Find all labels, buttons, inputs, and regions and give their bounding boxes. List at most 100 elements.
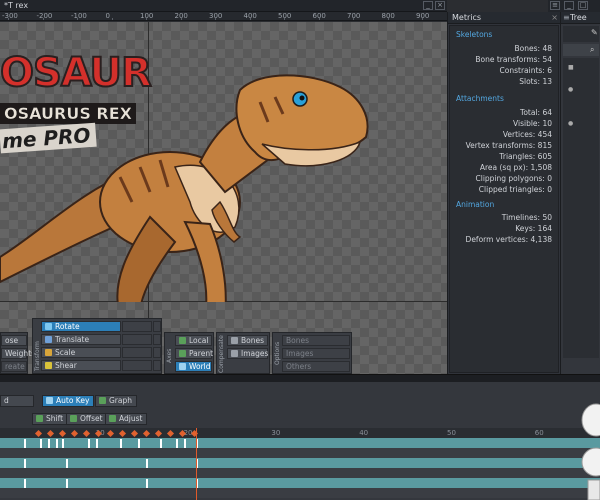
summary-key-diamond[interactable]: [58, 429, 67, 438]
local-icon: [179, 337, 186, 344]
document-title[interactable]: *T rex: [4, 1, 28, 10]
options-bones-toggle[interactable]: Bones: [282, 335, 350, 346]
total-count: Total: 64: [520, 108, 552, 117]
axes-group-label: Axes: [166, 348, 173, 363]
tree-node-icon[interactable]: ●: [568, 120, 573, 127]
timeline-track[interactable]: [0, 488, 600, 498]
keyframe[interactable]: [146, 479, 148, 488]
options-others-toggle[interactable]: Others: [282, 361, 350, 372]
timeline-track[interactable]: [0, 438, 600, 448]
keyframe[interactable]: [66, 479, 68, 488]
keyframe[interactable]: [24, 459, 26, 468]
keyframe[interactable]: [120, 439, 122, 448]
axes-parent-button[interactable]: Parent: [175, 348, 213, 359]
tree-node-icon[interactable]: ■: [568, 64, 574, 71]
metrics-panel-header[interactable]: Metrics ×: [448, 12, 561, 24]
translate-value-field[interactable]: [122, 334, 152, 345]
keyframe[interactable]: [24, 479, 26, 488]
offset-button[interactable]: Offset: [66, 413, 108, 425]
timeline-track[interactable]: [0, 478, 600, 488]
summary-key-diamond[interactable]: [118, 429, 127, 438]
tree-node-icon[interactable]: ●: [568, 86, 573, 93]
keyframe[interactable]: [88, 439, 90, 448]
scale-tool-button[interactable]: Scale: [41, 347, 121, 358]
trex-skeleton-image[interactable]: [0, 52, 380, 302]
create-button[interactable]: reate: [1, 361, 27, 372]
close-icon[interactable]: ×: [435, 1, 445, 10]
rotate-tool-button[interactable]: Rotate: [41, 321, 121, 332]
editor-viewport[interactable]: OSAUR OSAURUS REX me PRO ose Weights rea…: [0, 22, 447, 374]
parent-icon: [179, 350, 186, 357]
keyframe[interactable]: [40, 439, 42, 448]
auto-key-button[interactable]: Auto Key: [42, 395, 95, 407]
ruler-tick-label: 0: [105, 12, 110, 20]
playhead[interactable]: [196, 428, 197, 500]
axes-local-button[interactable]: Local: [175, 335, 212, 346]
close-icon[interactable]: ×: [551, 13, 558, 22]
compensate-bones-button[interactable]: Bones: [227, 335, 268, 346]
rotate-icon: [45, 323, 52, 330]
axes-world-button[interactable]: World: [175, 361, 212, 372]
tree-panel: ≡ Tree ✎ ⌕ ■ ● ●: [560, 12, 600, 374]
settings-icon[interactable]: ≡: [550, 1, 560, 10]
translate-tool-button[interactable]: Translate: [41, 334, 121, 345]
rotate-lock-icon[interactable]: [153, 321, 161, 332]
scale-label: Scale: [55, 348, 76, 357]
keyframe[interactable]: [138, 439, 140, 448]
compensate-images-button[interactable]: Images: [227, 348, 268, 359]
summary-key-diamond[interactable]: [154, 429, 163, 438]
summary-key-diamond[interactable]: [34, 429, 43, 438]
tree-search-bar[interactable]: ⌕: [563, 44, 599, 56]
keyframe[interactable]: [62, 439, 64, 448]
tree-panel-header[interactable]: ≡ Tree: [561, 12, 600, 24]
search-icon[interactable]: ⌕: [590, 45, 594, 55]
keyframe[interactable]: [56, 439, 58, 448]
graph-button[interactable]: Graph: [95, 395, 138, 407]
minimize-icon[interactable]: _: [564, 1, 574, 10]
summary-key-diamond[interactable]: [130, 429, 139, 438]
summary-key-diamond[interactable]: [166, 429, 175, 438]
summary-key-diamond[interactable]: [106, 429, 115, 438]
panel-splitter[interactable]: [0, 374, 600, 382]
weights-button[interactable]: Weights: [1, 348, 35, 359]
tree-list[interactable]: ■ ● ●: [563, 58, 599, 358]
scale-icon: [45, 349, 52, 356]
keyframe[interactable]: [48, 439, 50, 448]
summary-key-diamond[interactable]: [82, 429, 91, 438]
shear-tool-button[interactable]: Shear: [41, 360, 121, 371]
summary-key-diamond[interactable]: [142, 429, 151, 438]
ruler-tick-mark: [318, 18, 320, 20]
graph-label: Graph: [109, 396, 133, 405]
frame-ruler[interactable]: 102030405060708090100110120130: [0, 428, 600, 438]
key-toolbar: Shift Offset Adjust: [0, 412, 600, 426]
scale-value-field[interactable]: [122, 347, 152, 358]
translate-lock-icon[interactable]: [153, 334, 161, 345]
keyframe[interactable]: [160, 439, 162, 448]
options-images-toggle[interactable]: Images: [282, 348, 350, 359]
keyframe[interactable]: [146, 459, 148, 468]
minimize-icon[interactable]: _: [423, 1, 433, 10]
timeline-track[interactable]: [0, 458, 600, 468]
summary-key-diamond[interactable]: [70, 429, 79, 438]
pose-button[interactable]: ose: [1, 335, 27, 346]
keyframe[interactable]: [176, 439, 178, 448]
shear-lock-icon[interactable]: [153, 360, 161, 371]
keyframe[interactable]: [184, 439, 186, 448]
timeline-track[interactable]: [0, 468, 600, 478]
timeline-track[interactable]: [0, 448, 600, 458]
ruler-tick-mark: [8, 18, 9, 20]
summary-key-diamond[interactable]: [46, 429, 55, 438]
shear-value-field[interactable]: [122, 360, 152, 371]
pencil-icon[interactable]: ✎: [591, 28, 598, 37]
maximize-icon[interactable]: □: [578, 1, 588, 10]
keyframe[interactable]: [24, 439, 26, 448]
timeline-tracks[interactable]: [0, 438, 600, 500]
shift-button[interactable]: Shift: [32, 413, 69, 425]
keyframe[interactable]: [96, 439, 98, 448]
animation-mode-button[interactable]: d: [0, 395, 34, 407]
scale-lock-icon[interactable]: [153, 347, 161, 358]
adjust-button[interactable]: Adjust: [105, 413, 148, 425]
keyframe[interactable]: [66, 459, 68, 468]
rotate-value-field[interactable]: [122, 321, 152, 332]
attachments-heading: Attachments: [456, 94, 504, 103]
